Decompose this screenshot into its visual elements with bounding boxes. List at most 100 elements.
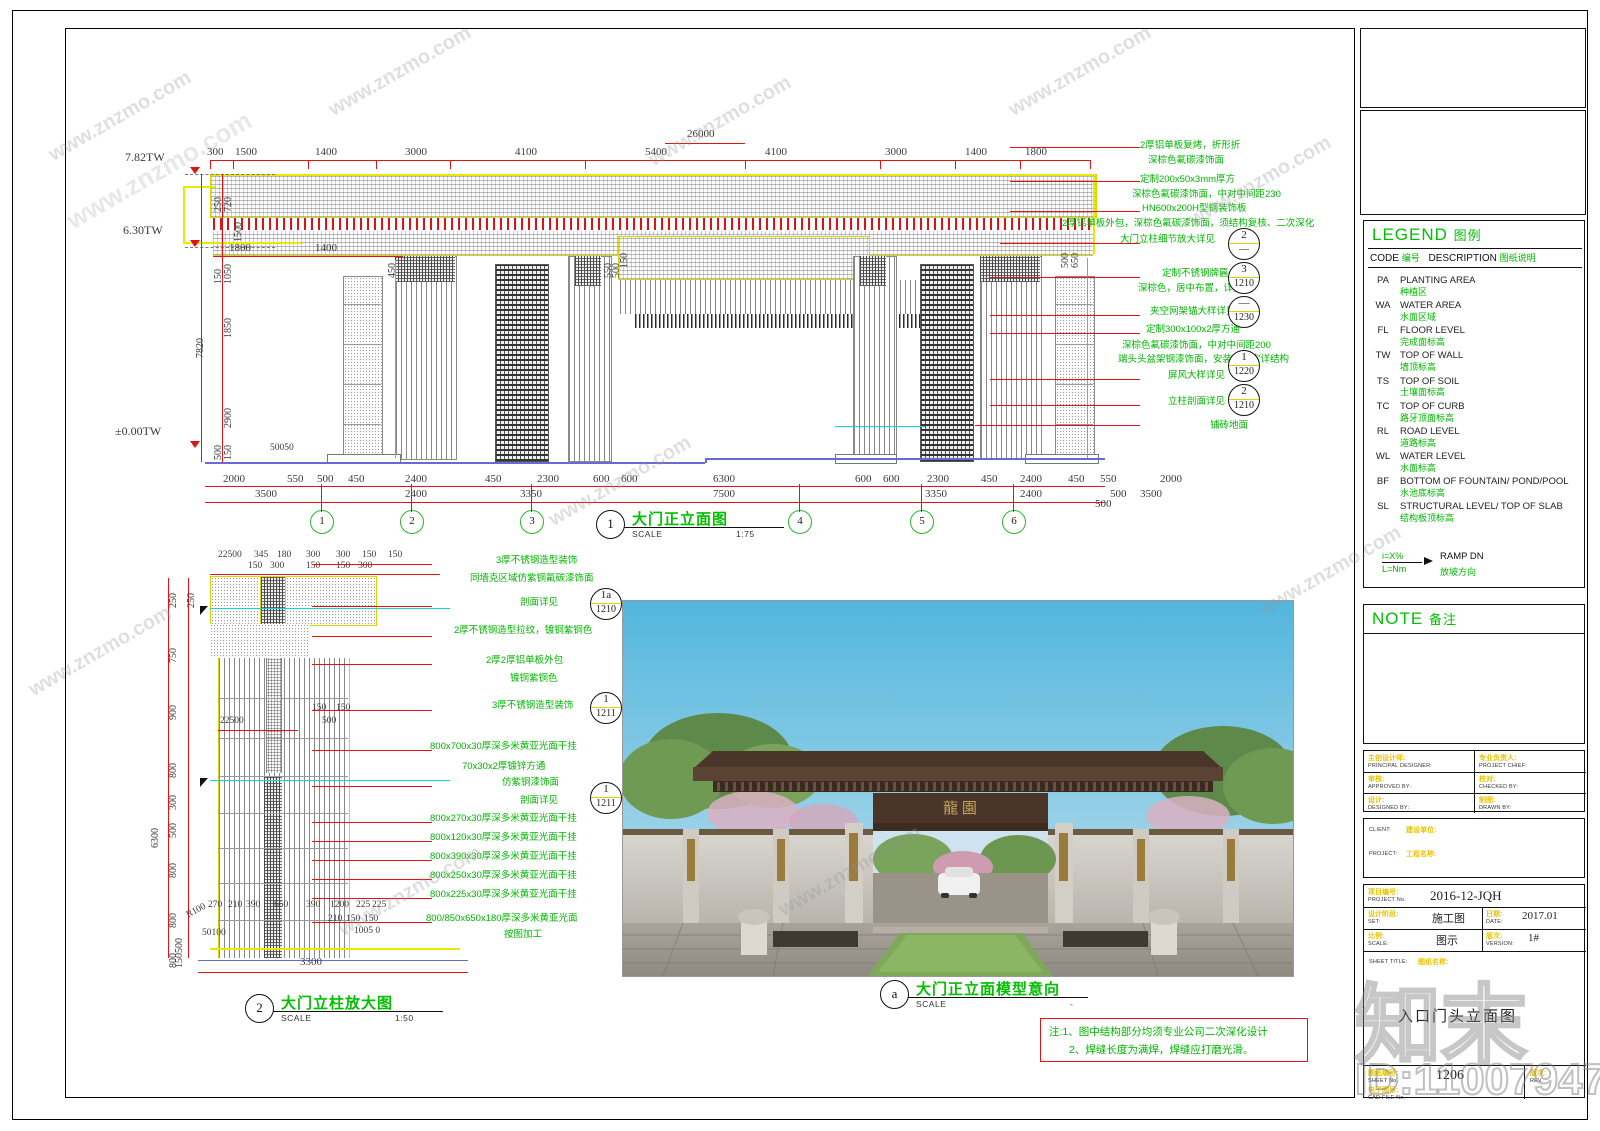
bubble-top-text: 3: [1241, 263, 1247, 275]
column-left-3: [568, 256, 612, 462]
bubble-bottom-text: 1210: [1234, 400, 1254, 411]
annot-13: 屏风大样详见: [1168, 370, 1226, 381]
client-value-cn: 建设单位:: [1406, 827, 1437, 834]
ddim-150a: 150: [362, 550, 377, 560]
dannot-10: 剖面详见: [520, 795, 559, 806]
detail-bubble-truss[interactable]: — 1230: [1228, 296, 1260, 328]
legend-code: SL: [1377, 501, 1389, 513]
legend-desc-cn: 路牙顶面标高: [1400, 412, 1455, 423]
sig-label-en: DRAWN BY:: [1479, 805, 1512, 811]
revision-panel-top: [1360, 28, 1586, 108]
cad-no-label: 电子图号: CAD FILE No.: [1368, 1085, 1405, 1101]
bdim-13: 2300: [927, 473, 949, 485]
legend-row-ts: TS TOP OF SOIL 土壤面标高: [1366, 376, 1582, 399]
legend-row-wl: WL WATER LEVEL 水面标高: [1366, 451, 1582, 474]
bdim-18: 500: [1110, 488, 1127, 500]
bdim-10: 6300: [713, 473, 735, 485]
bubble-bottom-text: 1211: [596, 708, 616, 719]
detail-bubble-1-1211a[interactable]: 1 1211: [590, 692, 622, 724]
sig-label-cn: 校对:: [1479, 776, 1496, 783]
render-view-scale-value: -: [1070, 999, 1074, 1009]
column-cap-block: [210, 576, 377, 626]
dbdim-270: 270: [208, 900, 223, 910]
grid-bubble-2[interactable]: 2: [400, 510, 424, 534]
detail-bubble-1-1211b[interactable]: 1 1211: [590, 782, 622, 814]
detail-bubble-col-detail[interactable]: 2 —: [1228, 228, 1260, 260]
detail-view-scale-label: SCALE: [281, 1013, 312, 1023]
detail-bubble-screen[interactable]: 1 1220: [1228, 350, 1260, 382]
bdim2-7: 500: [1095, 498, 1112, 510]
legend-desc: TOP OF WALL: [1400, 350, 1464, 362]
bdim2-2: 2400: [405, 488, 427, 500]
legend-ramp-desc-en: RAMP DN: [1440, 551, 1484, 562]
annot-14: 立柱剖面详见: [1168, 396, 1226, 407]
ramp-arrow-icon: [1424, 557, 1433, 565]
note-panel-title: NOTE 备注: [1372, 609, 1457, 629]
bdim-2: 550: [287, 473, 304, 485]
bdim2-5: 3350: [925, 488, 947, 500]
bubble-bottom-text: 1210: [596, 604, 616, 615]
vdim-650: 650: [1070, 253, 1081, 268]
legend-desc-cn: 种植区: [1400, 286, 1428, 297]
legend-row-fl: FL FLOOR LEVEL 完成面标高: [1366, 325, 1582, 348]
ddim2-150c: 150: [336, 561, 351, 571]
bdim-9: 600: [621, 473, 638, 485]
ddim-180: 180: [277, 550, 292, 560]
bdim-7: 2300: [537, 473, 559, 485]
bdim-8: 600: [593, 473, 610, 485]
general-notes-box: 注:1、图中结构部分均须专业公司二次深化设计 2、焊缝长度为满焊，焊缝应打磨光滑…: [1040, 1018, 1308, 1062]
detail-bubble-col-section[interactable]: 2 1210: [1228, 384, 1260, 416]
sheet-title-cn: 图纸名称:: [1418, 959, 1449, 966]
grid-bubble-6[interactable]: 6: [1002, 510, 1026, 534]
legend-header-code-en: CODE: [1370, 253, 1399, 264]
annot-ground: 铺砖地面: [1210, 420, 1249, 431]
bdim2-4: 7500: [713, 488, 735, 500]
legend-code: TW: [1375, 350, 1391, 362]
grid-bubble-5[interactable]: 5: [910, 510, 934, 534]
svg-text:龍 園: 龍 園: [943, 800, 977, 817]
sig-label-en: PRINCIPAL DESIGNER:: [1368, 763, 1433, 769]
dbdim-corner-4: 150500: [174, 938, 185, 968]
bdim-11: 600: [855, 473, 872, 485]
label-50050: 50050: [270, 443, 294, 453]
grid-bubble-1[interactable]: 1: [310, 510, 334, 534]
bottom-dimension-rows: 2000 550 500 450 2400 450 2300 600 600 6…: [65, 468, 1355, 510]
set-cn: 设计阶段:: [1368, 911, 1399, 918]
sheet-title-value: 入口门头立面图: [1398, 1008, 1518, 1025]
grid-bubble-3[interactable]: 3: [520, 510, 544, 534]
column-inner-core: [266, 658, 282, 773]
vdim-720: 720: [223, 197, 234, 212]
detail-bubble-1a[interactable]: 1a 1210: [590, 588, 622, 620]
dannot-2: 剖面详见: [520, 597, 559, 608]
set-label: 设计阶段: SET:: [1368, 909, 1398, 925]
dannot-1: 同墙克区域仿紫铜氟碳漆饰面: [470, 573, 594, 584]
project-no-en: PROJECT No.: [1368, 897, 1406, 903]
dvdim-750: 750: [168, 648, 179, 663]
render-svg: 龍 園: [623, 601, 1293, 976]
column-right-3-capital: [980, 256, 1040, 282]
ddim-345: 345: [254, 550, 269, 560]
main-view-title: 大门正立面图: [632, 511, 729, 528]
roof-cornice-band: [210, 174, 1097, 218]
dim-top-4: 3000: [405, 146, 427, 158]
ground-line-right: [705, 458, 1105, 460]
annot-5: 2厚铝单板外包，深棕色氟碳漆饰面，须结构复核、二次深化: [1062, 218, 1315, 229]
dbdim-210: 210: [228, 900, 243, 910]
sig-label-cn: 审核:: [1368, 776, 1385, 783]
legend-code: TC: [1376, 400, 1390, 412]
sheet-no-label: 图纸编号: SHEET No.: [1368, 1068, 1398, 1084]
legend-desc-cn: 道路标高: [1400, 437, 1437, 448]
bdim-5: 2400: [405, 473, 427, 485]
vdim-150c: 150: [619, 253, 630, 268]
date-cn: 日期:: [1486, 911, 1503, 918]
dvdim-total-6300: 6300: [150, 828, 161, 848]
column-right-3: [980, 256, 1042, 460]
annot-3: 深棕色氟碳漆饰面，中对中间距230: [1132, 189, 1281, 200]
legend-code: BF: [1376, 476, 1390, 487]
dvdim-250b: 250: [186, 593, 197, 608]
version-en: VERSION:: [1486, 941, 1514, 947]
legend-code: RL: [1376, 425, 1390, 437]
vdim-550: 550: [603, 263, 614, 278]
detail-view-number: 2: [245, 994, 274, 1023]
detail-bubble-signboard[interactable]: 3 1210: [1228, 262, 1260, 294]
